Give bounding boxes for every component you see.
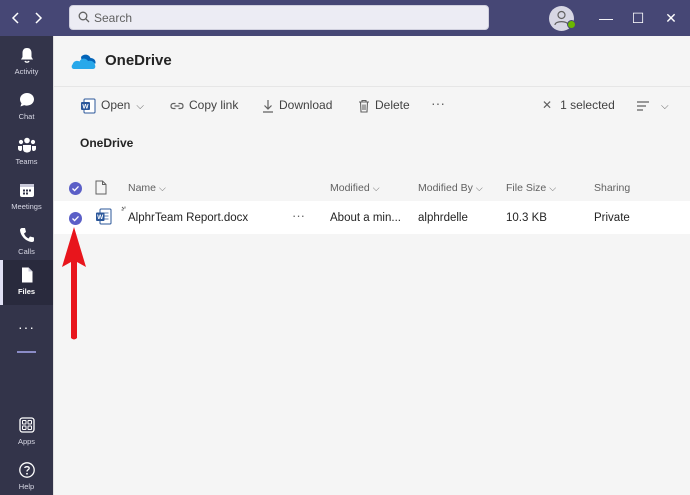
word-doc-icon: W xyxy=(81,98,96,114)
chevron-down-icon: ⌵ xyxy=(372,183,380,193)
copy-link-label: Copy link xyxy=(189,98,239,112)
selection-count: 1 selected xyxy=(560,98,615,112)
apps-icon xyxy=(18,417,35,433)
file-size-cell: 10.3 KB xyxy=(506,212,547,224)
red-arrow-annotation xyxy=(62,227,86,340)
rail-label: Apps xyxy=(17,437,36,446)
row-checkbox[interactable] xyxy=(69,212,82,225)
open-label: Open xyxy=(101,98,131,112)
list-view-icon xyxy=(637,101,649,111)
close-icon: ✕ xyxy=(542,98,553,112)
title-bar: — ☐ ✕ xyxy=(0,0,690,36)
column-header-name[interactable]: Name ⌵ xyxy=(128,179,166,197)
more-actions-button[interactable]: ··· xyxy=(431,94,445,112)
download-label: Download xyxy=(279,98,333,112)
modified-cell: About a min... xyxy=(330,212,401,224)
rail-label: Teams xyxy=(15,157,38,166)
bell-icon xyxy=(20,48,33,63)
presence-status-icon xyxy=(567,20,576,29)
search-input[interactable] xyxy=(94,9,474,27)
search-icon xyxy=(78,11,90,23)
column-header-sharing: Sharing xyxy=(594,179,630,197)
breadcrumb[interactable]: OneDrive xyxy=(80,136,133,150)
calendar-icon xyxy=(19,184,34,197)
page-header: OneDrive xyxy=(54,36,690,86)
minimize-button[interactable]: — xyxy=(596,8,616,28)
column-header-file-size[interactable]: File Size ⌵ xyxy=(506,179,556,197)
column-label: Sharing xyxy=(594,182,631,194)
phone-icon xyxy=(19,228,34,242)
rail-item-meetings[interactable]: Meetings xyxy=(0,177,53,219)
file-name-link[interactable]: AlphrTeam Report.docx xyxy=(128,210,248,226)
copy-link-button[interactable]: Copy link xyxy=(170,96,238,114)
column-label: Name xyxy=(128,182,157,194)
chevron-right-icon xyxy=(35,12,43,24)
teams-icon xyxy=(17,137,36,153)
rail-item-help[interactable]: Help xyxy=(0,457,53,495)
rail-label: Calls xyxy=(18,247,35,256)
file-list-area: OneDrive Name ⌵ Modified ⌵ Modified By ⌵ Fi… xyxy=(54,122,690,495)
checkmark-icon xyxy=(72,185,79,192)
app-rail: Activity Chat Teams Meetings Calls Files… xyxy=(0,36,53,495)
rail-item-apps[interactable]: Apps xyxy=(0,412,53,454)
column-label: File Size xyxy=(506,182,547,194)
close-window-button[interactable]: ✕ xyxy=(661,8,681,28)
column-header-modified[interactable]: Modified ⌵ xyxy=(330,179,380,197)
rail-label: Chat xyxy=(18,112,35,121)
chevron-down-icon: ⌵ xyxy=(475,183,483,193)
svg-text:W: W xyxy=(97,214,104,221)
search-box[interactable] xyxy=(69,5,489,30)
trash-icon xyxy=(359,99,369,113)
clear-selection-button[interactable]: ✕ 1 selected xyxy=(542,96,615,114)
table-row[interactable]: W AlphrTeam Report.docx ··· About a min.… xyxy=(54,201,690,234)
rail-divider xyxy=(17,351,36,353)
file-icon xyxy=(21,267,32,283)
checkmark-icon xyxy=(72,215,79,222)
more-apps-button[interactable]: ··· xyxy=(0,319,53,339)
download-icon xyxy=(263,99,273,113)
row-more-actions-button[interactable]: ··· xyxy=(292,208,305,224)
svg-text:W: W xyxy=(82,103,89,110)
download-button[interactable]: Download xyxy=(262,96,332,114)
rail-item-calls[interactable]: Calls xyxy=(0,222,53,264)
rail-label: Files xyxy=(17,287,36,296)
view-options-button[interactable]: ⌵ xyxy=(636,96,669,114)
link-icon xyxy=(170,102,184,109)
maximize-button[interactable]: ☐ xyxy=(628,8,648,28)
chevron-down-icon: ⌵ xyxy=(136,101,144,112)
rail-label: Meetings xyxy=(11,202,42,211)
page-title: OneDrive xyxy=(105,52,172,69)
command-bar: W Open ⌵ Copy link Download Delete ··· ✕ 1 … xyxy=(54,86,690,122)
help-icon xyxy=(18,462,35,478)
delete-button[interactable]: Delete xyxy=(358,96,410,114)
column-header-modified-by[interactable]: Modified By ⌵ xyxy=(418,179,483,197)
chevron-down-icon: ⌵ xyxy=(661,101,669,112)
modified-by-cell: alphrdelle xyxy=(418,212,468,224)
file-type-header-icon xyxy=(95,180,107,195)
onedrive-cloud-icon xyxy=(71,54,96,69)
rail-label: Help xyxy=(18,482,35,491)
chevron-left-icon xyxy=(11,12,19,24)
column-label: Modified xyxy=(330,182,370,194)
rail-item-chat[interactable]: Chat xyxy=(0,87,53,129)
open-button[interactable]: W Open ⌵ xyxy=(80,96,144,114)
forward-button[interactable] xyxy=(28,8,48,28)
chevron-down-icon: ⌵ xyxy=(159,183,166,193)
main-panel: OneDrive W Open ⌵ Copy link Download Delet… xyxy=(53,36,690,495)
delete-label: Delete xyxy=(375,98,410,112)
select-all-checkbox[interactable] xyxy=(69,182,82,195)
chat-icon xyxy=(19,93,34,107)
chevron-down-icon: ⌵ xyxy=(549,183,557,193)
rail-item-teams[interactable]: Teams xyxy=(0,132,53,174)
back-button[interactable] xyxy=(6,8,26,28)
sharing-cell: Private xyxy=(594,212,630,224)
rail-item-activity[interactable]: Activity xyxy=(0,42,53,84)
rail-item-files[interactable]: Files xyxy=(0,260,53,305)
column-label: Modified By xyxy=(418,182,473,194)
word-doc-icon: W xyxy=(96,208,112,225)
rail-label: Activity xyxy=(14,67,39,76)
